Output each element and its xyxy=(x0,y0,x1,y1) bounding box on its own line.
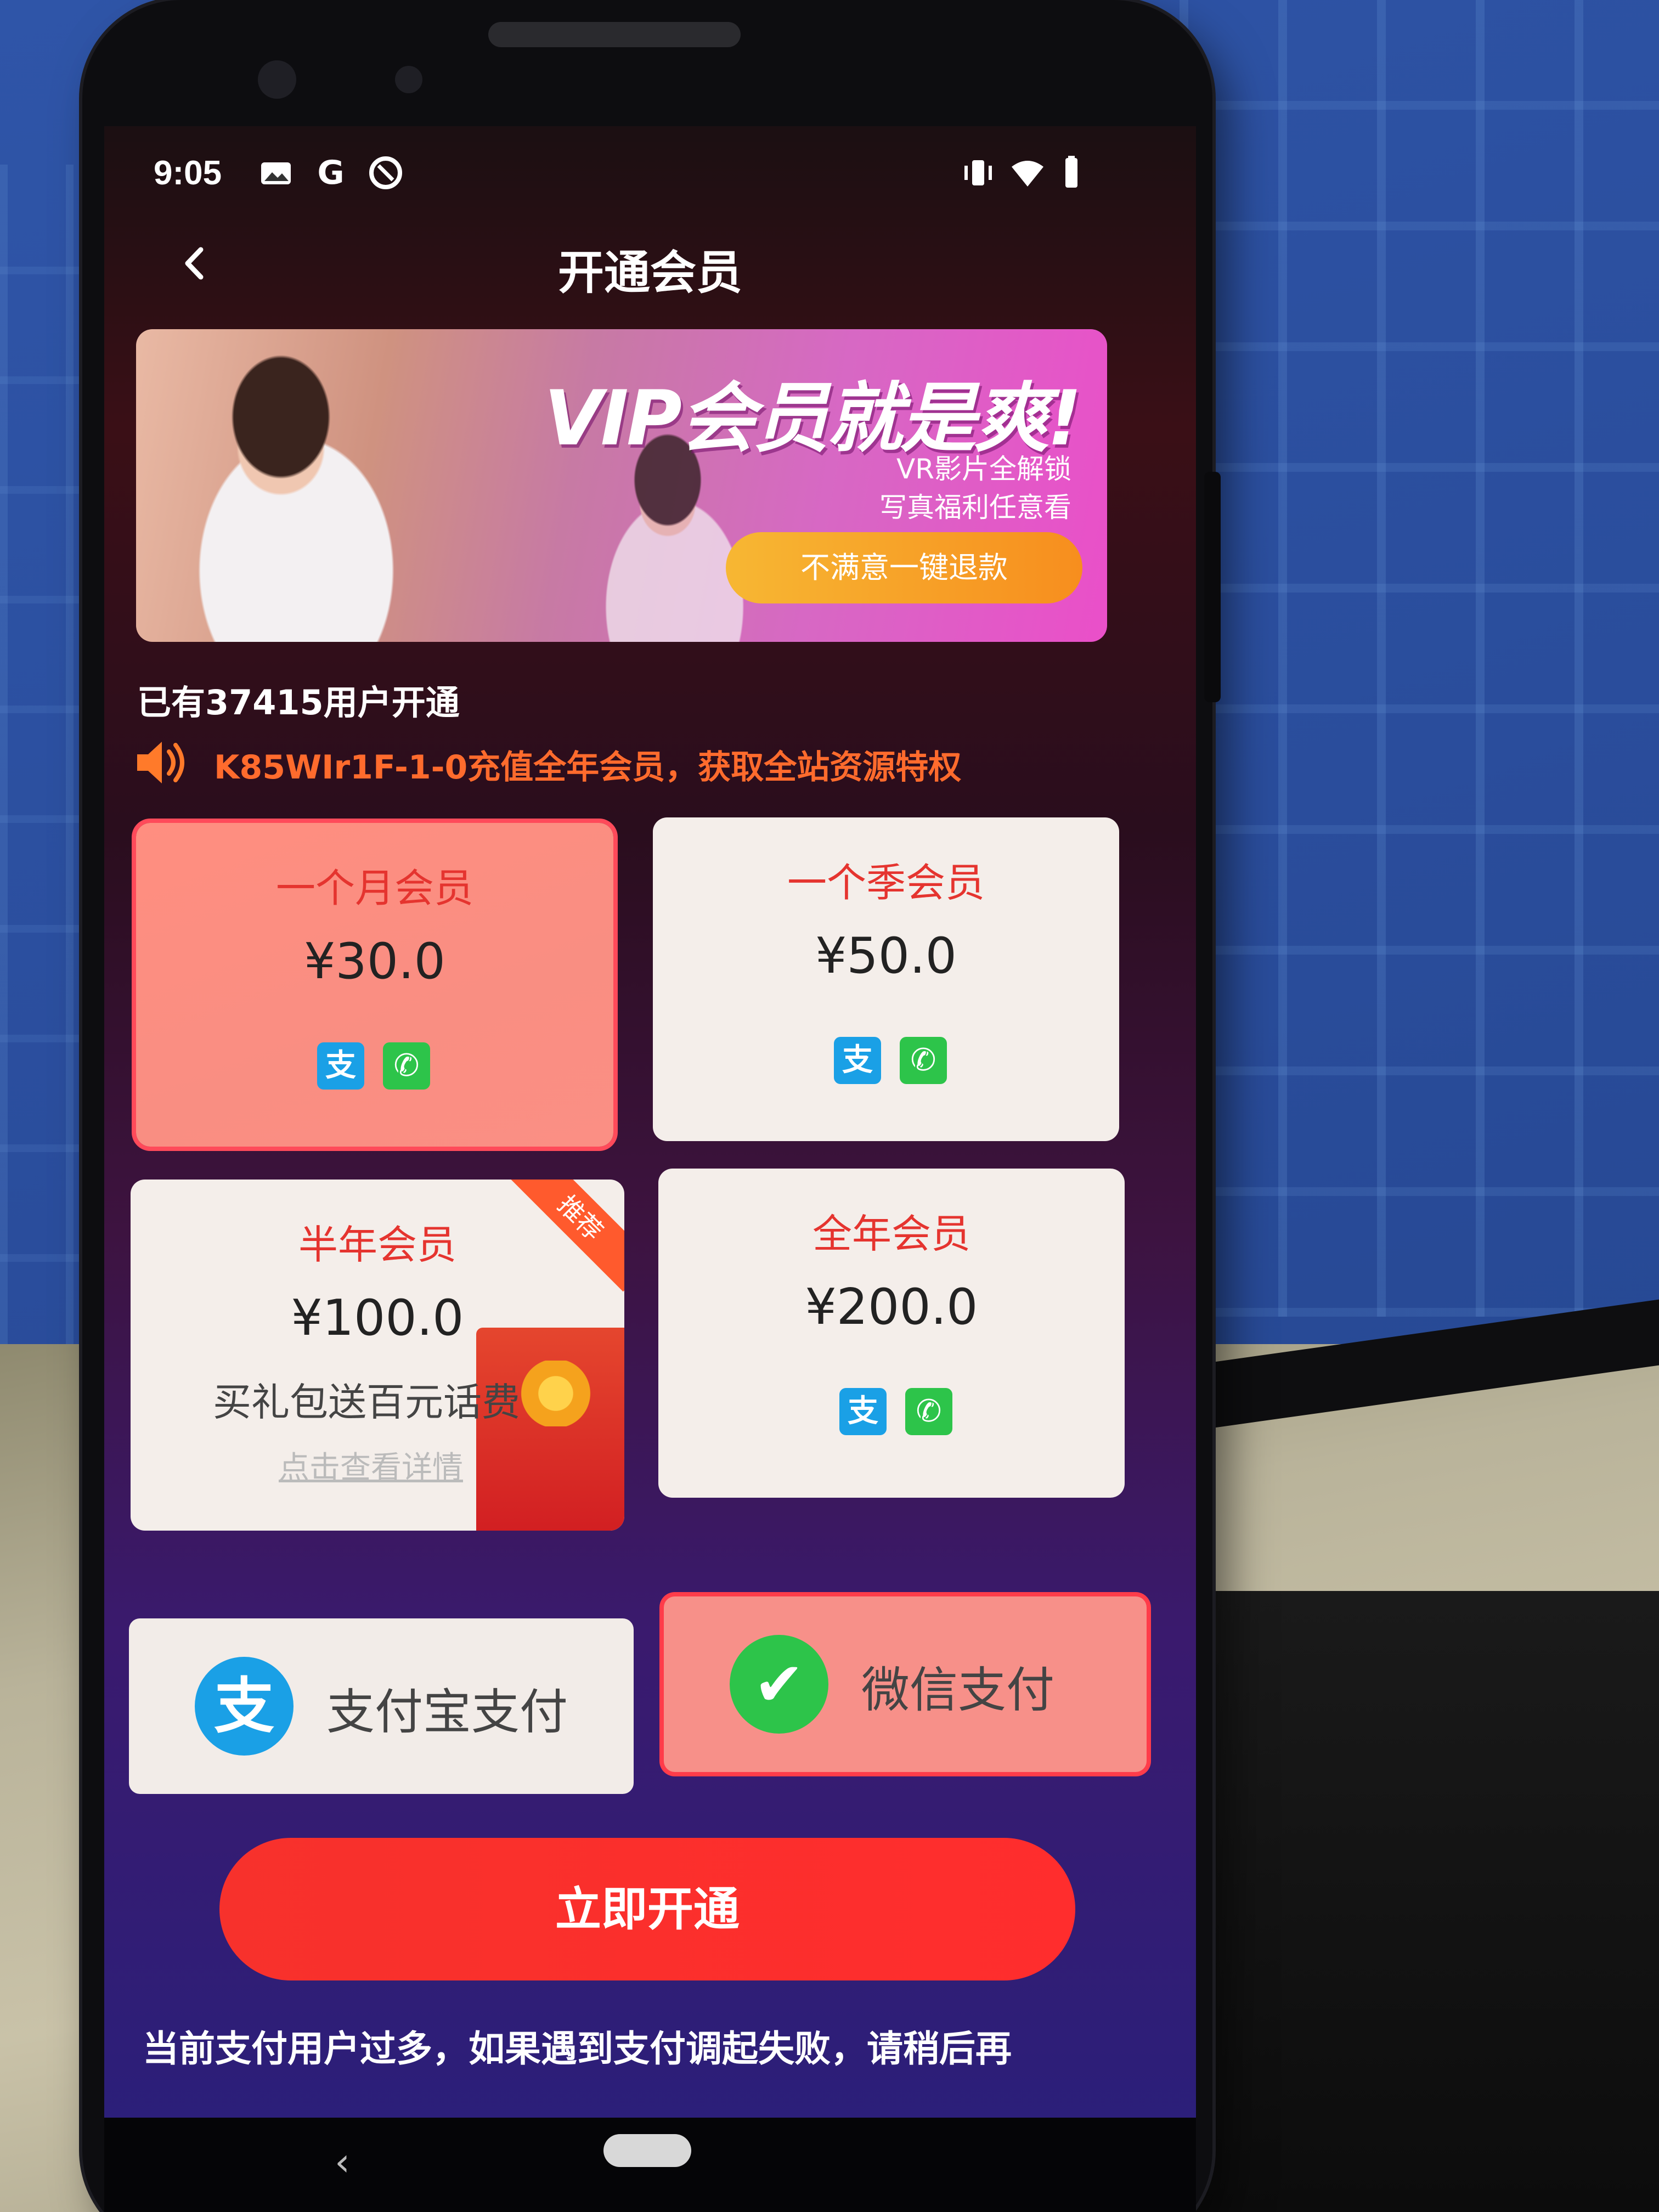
pay-option-wechat[interactable]: ✔ 微信支付 xyxy=(664,1596,1147,1772)
refund-button[interactable]: 不满意一键退款 xyxy=(726,532,1082,603)
system-back-icon[interactable]: ‹ xyxy=(335,2140,350,2185)
pay-option-label: 微信支付 xyxy=(861,1662,1055,1718)
front-camera xyxy=(258,60,296,99)
plan-title: 全年会员 xyxy=(812,1211,970,1257)
status-time: 9:05 xyxy=(154,154,222,192)
status-bar: 9:05 G xyxy=(104,143,1196,198)
wechat-icon: ✆ xyxy=(383,1042,430,1090)
data-saver-icon xyxy=(368,155,404,191)
speaker-icon xyxy=(132,735,192,790)
subscribe-button[interactable]: 立即开通 xyxy=(219,1838,1075,1980)
gift-promo-text: 买礼包送百元话费 xyxy=(213,1380,520,1425)
gift-details-link[interactable]: 点击查看详情 xyxy=(279,1443,463,1487)
wechat-icon: ✆ xyxy=(900,1037,947,1084)
announcement-marquee: K85WIr1F-1-0充值全年会员，获取全站资源特权 xyxy=(132,735,1119,790)
battery-icon xyxy=(1053,155,1090,191)
plan-card-halfyear[interactable]: 半年会员 ¥100.0 买礼包送百元话费 点击查看详情 推荐 xyxy=(131,1180,624,1531)
google-icon: G xyxy=(317,154,345,192)
plan-title: 一个月会员 xyxy=(275,865,473,911)
gallery-icon xyxy=(258,155,294,191)
phone-screen: 9:05 G 开通会员 VIP会员就是爽! VR影片全解锁 写真福利任意看 不满… xyxy=(104,126,1196,2134)
banner-model-image xyxy=(158,340,465,642)
plan-price: ¥200.0 xyxy=(805,1278,978,1336)
vibrate-icon xyxy=(960,155,996,191)
alipay-icon: 支 xyxy=(317,1042,364,1090)
wechat-icon: ✆ xyxy=(905,1388,952,1435)
pay-option-alipay[interactable]: 支 支付宝支付 xyxy=(129,1618,634,1794)
gift-box-image xyxy=(476,1328,624,1531)
page-title: 开通会员 xyxy=(557,246,742,300)
wechat-icon: ✔ xyxy=(730,1635,828,1734)
vip-banner[interactable]: VIP会员就是爽! VR影片全解锁 写真福利任意看 不满意一键退款 xyxy=(136,329,1107,642)
earpiece-speaker xyxy=(488,22,741,47)
front-sensor xyxy=(395,66,422,93)
alipay-icon: 支 xyxy=(195,1657,294,1756)
photo-scene: 9:05 G 开通会员 VIP会员就是爽! VR影片全解锁 写真福利任意看 不满… xyxy=(0,0,1659,2212)
banner-subtitle-1: VR影片全解锁 xyxy=(896,453,1071,485)
system-home-pill[interactable] xyxy=(603,2134,691,2167)
plan-title: 一个季会员 xyxy=(787,860,985,906)
alipay-icon: 支 xyxy=(834,1037,881,1084)
power-button xyxy=(1204,472,1221,702)
top-nav: 开通会员 xyxy=(104,219,1196,307)
plan-card-monthly[interactable]: 一个月会员 ¥30.0 支 ✆ xyxy=(136,823,613,1147)
alipay-icon: 支 xyxy=(839,1388,887,1435)
plan-title: 半年会员 xyxy=(298,1222,456,1268)
plan-price: ¥30.0 xyxy=(304,933,445,990)
mousepad-pattern xyxy=(1180,0,1659,1317)
desk-shadow xyxy=(1180,1591,1659,2212)
user-count-text: 已有37415用户开通 xyxy=(137,682,460,723)
plan-card-yearly[interactable]: 全年会员 ¥200.0 支 ✆ xyxy=(658,1169,1125,1498)
plan-price: ¥50.0 xyxy=(815,927,957,985)
announcement-text: K85WIr1F-1-0充值全年会员，获取全站资源特权 xyxy=(214,748,962,787)
payment-notice: 当前支付用户过多，如果遇到支付调起失败，请稍后再 xyxy=(143,2028,1012,2070)
system-nav-bar: ‹ xyxy=(104,2118,1196,2212)
pay-option-label: 支付宝支付 xyxy=(326,1684,568,1740)
wifi-icon xyxy=(1009,155,1046,191)
banner-subtitle-2: 写真福利任意看 xyxy=(879,492,1071,523)
plan-card-quarterly[interactable]: 一个季会员 ¥50.0 支 ✆ xyxy=(653,817,1119,1141)
